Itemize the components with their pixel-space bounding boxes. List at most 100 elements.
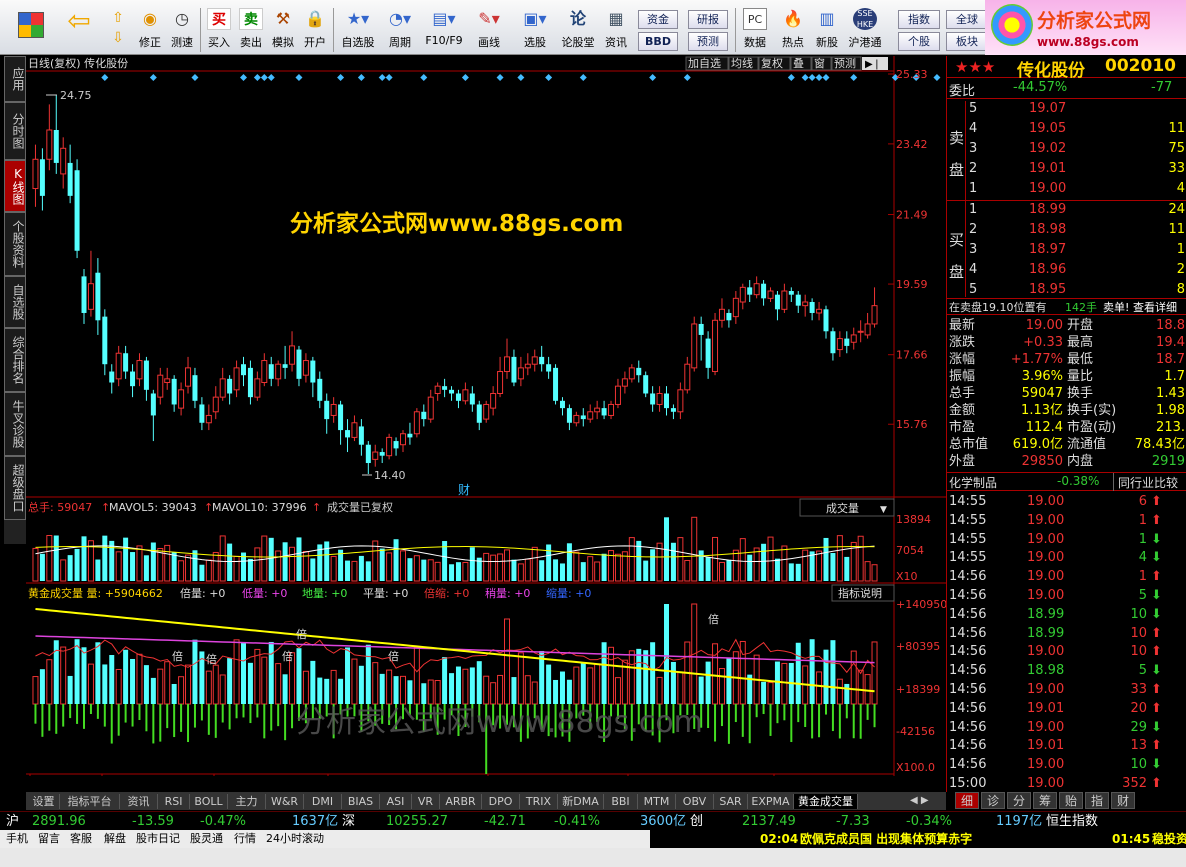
toolbar-btn-12[interactable]: ✎▾ 画线 xyxy=(468,6,510,54)
research-button[interactable]: 研报 xyxy=(688,10,728,29)
right-tab[interactable]: 贻 xyxy=(1059,792,1083,809)
toolbar-btn-4[interactable]: ◷ 测速 xyxy=(166,6,198,54)
toolbar-btn-6[interactable]: 卖卖出 xyxy=(236,6,266,54)
toolbar-btn-7[interactable]: ⚒ 模拟 xyxy=(268,6,298,54)
toolbar-btn-3[interactable]: ◉ 修正 xyxy=(134,6,166,54)
toolbar-btn-9[interactable]: ★▾ 自选股 xyxy=(337,6,379,54)
status-guling[interactable]: 股灵通 xyxy=(190,830,223,848)
indicator-tab[interactable]: ARBR xyxy=(440,794,482,809)
right-tab[interactable]: 财 xyxy=(1111,792,1135,809)
tab-stock-profile[interactable]: 个股资料 xyxy=(4,212,26,276)
big-order-alert[interactable]: 在卖盘19.10位置有 142手 卖单! 查看详细 xyxy=(947,298,1186,315)
tab-timeshare[interactable]: 分时图 xyxy=(4,102,26,160)
order-book-row[interactable]: 1 19.00 4 xyxy=(947,181,1186,200)
individual-stock-button[interactable]: 个股 xyxy=(898,32,940,51)
indicator-tab[interactable]: 主力 xyxy=(228,794,266,809)
order-book-row[interactable]: 3 18.97 1 xyxy=(947,242,1186,261)
toolbar-btn-14[interactable]: 论论股堂 xyxy=(558,6,598,54)
tab-ranking[interactable]: 综合排名 xyxy=(4,328,26,392)
candle-body xyxy=(399,433,406,446)
global-button[interactable]: 全球 xyxy=(946,10,988,29)
fund-button[interactable]: 资金 xyxy=(638,10,678,29)
toolbar-btn-16[interactable]: PC 数据 xyxy=(738,6,772,54)
indicator-tab[interactable]: EXPMA xyxy=(748,794,794,809)
indicator-tab[interactable]: 设置 xyxy=(28,794,60,809)
indicator-tab[interactable]: W&R xyxy=(266,794,304,809)
volume-bar xyxy=(539,560,545,581)
order-book-row[interactable]: 2 19.01 33 xyxy=(947,161,1186,180)
candle-body xyxy=(747,287,753,295)
down-arrow-icon: ⬇ xyxy=(1151,663,1162,679)
toolbar-btn-19[interactable]: SSE HKE 沪港通 xyxy=(844,6,886,54)
indicator-bar xyxy=(178,676,185,705)
chevron-down-icon: ▼ xyxy=(880,505,887,515)
bbd-button[interactable]: BBD xyxy=(638,32,678,51)
indicator-tab[interactable]: 资讯 xyxy=(120,794,158,809)
indicator-tab[interactable]: MTM xyxy=(638,794,676,809)
tab-scroll-arrows[interactable]: ◀ ▶ xyxy=(910,793,946,809)
order-book-row[interactable]: 1 18.99 24 xyxy=(947,202,1186,221)
toolbar-btn-11[interactable]: ▤▾ F10/F9 xyxy=(422,6,466,54)
indicator-tab[interactable]: 新DMA xyxy=(558,794,604,809)
indicator-tab[interactable]: SAR xyxy=(714,794,748,809)
scroll-right-icon[interactable]: ▶ xyxy=(921,795,929,806)
forecast-button[interactable]: 预测 xyxy=(688,32,728,51)
tab-apps[interactable]: 应用 xyxy=(4,56,26,102)
indicator-tab[interactable]: 黄金成交量 xyxy=(794,794,858,809)
order-book-row[interactable]: 3 19.02 75 xyxy=(947,141,1186,160)
indicator-tab[interactable]: 指标平台 xyxy=(60,794,120,809)
toolbar-btn-13[interactable]: ▣▾ 选股 xyxy=(514,6,556,54)
scroll-left-icon[interactable]: ◀ xyxy=(910,795,918,806)
indicator-tab[interactable]: BOLL xyxy=(190,794,228,809)
indicator-tab[interactable]: BIAS xyxy=(342,794,380,809)
status-mobile[interactable]: 手机 xyxy=(6,830,28,848)
tab-watchlist[interactable]: 自选股 xyxy=(4,276,26,328)
sector-button[interactable]: 板块 xyxy=(946,32,988,51)
right-tab[interactable]: 筹 xyxy=(1033,792,1057,809)
tab-super-quote[interactable]: 超级盘口 xyxy=(4,456,26,520)
indicator-tab[interactable]: DMI xyxy=(304,794,342,809)
status-quote[interactable]: 行情 xyxy=(234,830,256,848)
kline-chart-svg[interactable]: 日线(复权) 传化股份 加自选 均线 复权叠窗预测 ▶❘ 25.33 23.42 21.4… xyxy=(26,56,947,790)
indicator-tab[interactable]: VR xyxy=(412,794,440,809)
up-down-button[interactable]: ⇧ ⇩ xyxy=(104,6,132,54)
toolbar-btn-17[interactable]: 🔥 热点 xyxy=(776,6,810,54)
order-book-row[interactable]: 4 19.05 11 xyxy=(947,121,1186,140)
news-ticker[interactable]: 02:04 欧佩克成员国 出现集体预算赤字 01:45 稳投资将多管 xyxy=(650,830,1186,848)
right-tab[interactable]: 指 xyxy=(1085,792,1109,809)
indicator-tab[interactable]: TRIX xyxy=(520,794,558,809)
toolbar-btn-18[interactable]: ▥ 新股 xyxy=(810,6,844,54)
indicator-tab[interactable]: ASI xyxy=(380,794,412,809)
toolbar-btn-5[interactable]: 买买入 xyxy=(204,6,234,54)
sector-compare-button[interactable]: 同行业比较 xyxy=(1113,473,1182,491)
indicator-bar xyxy=(580,662,586,704)
right-tab[interactable]: 分 xyxy=(1007,792,1031,809)
status-commentary[interactable]: 解盘 xyxy=(104,830,126,848)
grid-menu-button[interactable] xyxy=(8,6,54,54)
tab-diagnosis[interactable]: 牛叉诊股 xyxy=(4,392,26,456)
indicator-tab[interactable]: BBI xyxy=(604,794,638,809)
candle-body xyxy=(386,436,393,457)
toolbar-btn-10[interactable]: ◔▾ 周期 xyxy=(380,6,420,54)
indicator-bar xyxy=(296,648,302,704)
tick-row: 14:56 19.00 10 ⬆ xyxy=(949,644,1162,660)
tab-kline[interactable]: K线图 xyxy=(4,160,26,212)
indicator-tab[interactable]: OBV xyxy=(676,794,714,809)
indicator-bar xyxy=(726,658,732,704)
kline-chart-area[interactable]: 日线(复权) 传化股份 加自选 均线 复权叠窗预测 ▶❘ 25.33 23.42 21.4… xyxy=(26,56,947,790)
back-button[interactable]: ⇦ xyxy=(60,6,98,54)
right-tab[interactable]: 细 xyxy=(955,792,979,809)
indicator-tab[interactable]: DPO xyxy=(482,794,520,809)
status-24h[interactable]: 24小时滚动 xyxy=(266,830,324,848)
index-button[interactable]: 指数 xyxy=(898,10,940,29)
indicator-tab[interactable]: RSI xyxy=(158,794,190,809)
toolbar-btn-15[interactable]: ▦ 资讯 xyxy=(600,6,632,54)
toolbar-btn-8[interactable]: 🔒 开户 xyxy=(300,6,330,54)
right-tab[interactable]: 诊 xyxy=(981,792,1005,809)
status-diary[interactable]: 股市日记 xyxy=(136,830,180,848)
status-service[interactable]: 客服 xyxy=(70,830,92,848)
order-book-row[interactable]: 2 18.98 11 xyxy=(947,222,1186,241)
order-book-row[interactable]: 5 19.07 xyxy=(947,101,1186,120)
order-book-row[interactable]: 4 18.96 2 xyxy=(947,262,1186,281)
status-message[interactable]: 留言 xyxy=(38,830,60,848)
